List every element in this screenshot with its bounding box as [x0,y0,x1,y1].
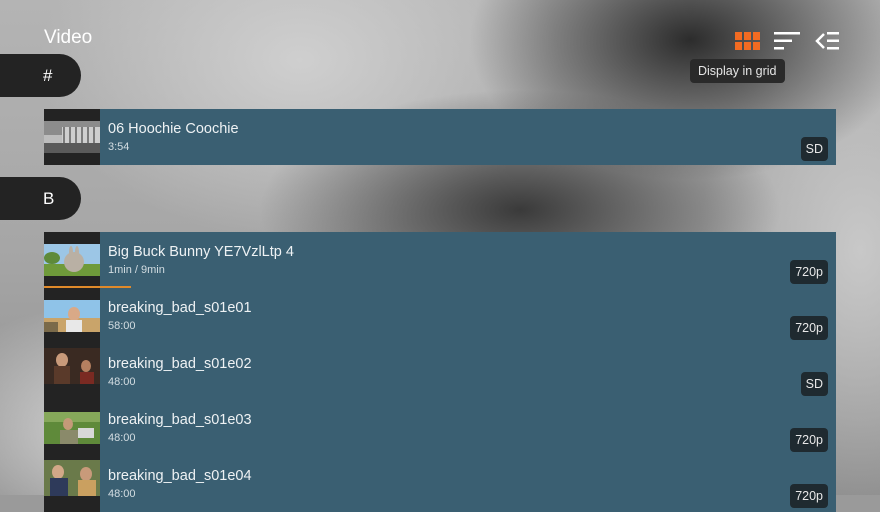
resolution-badge: 720p [790,428,828,452]
resolution-badge: 720p [790,260,828,284]
video-duration: 48:00 [108,432,136,444]
select-list-icon [815,32,839,50]
list-item[interactable]: breaking_bad_s01e04 48:00 720p [44,456,836,512]
list-item[interactable]: breaking_bad_s01e01 58:00 720p [44,288,836,344]
list-item[interactable]: breaking_bad_s01e03 48:00 720p [44,400,836,456]
video-thumbnail [44,232,100,288]
resolution-badge: SD [800,137,828,161]
video-title: breaking_bad_s01e02 [108,356,252,372]
resolution-badge: 720p [790,316,828,340]
video-thumbnail [44,456,100,512]
video-duration: 58:00 [108,320,136,332]
video-title: breaking_bad_s01e01 [108,300,252,316]
video-thumbnail [44,109,100,165]
list-item[interactable]: 06 Hoochie Coochie 3:54 SD [44,109,836,165]
section-header-b: B [0,177,81,220]
video-duration: 48:00 [108,376,136,388]
sort-icon [774,32,800,50]
video-thumbnail [44,344,100,400]
select-list-button[interactable] [814,28,840,54]
section-header-hash: # [0,54,81,97]
grid-view-icon [734,32,760,50]
grid-tooltip: Display in grid [690,59,785,83]
section-list-b: Big Buck Bunny YE7VzlLtp 4 1min / 9min 7… [44,232,836,512]
sort-button[interactable] [774,28,800,54]
video-title: 06 Hoochie Coochie [108,121,239,137]
video-duration: 3:54 [108,141,130,153]
list-item[interactable]: Big Buck Bunny YE7VzlLtp 4 1min / 9min 7… [44,232,836,288]
resolution-badge: 720p [790,484,828,508]
video-title: breaking_bad_s01e04 [108,468,252,484]
grid-view-button[interactable] [734,28,760,54]
video-duration: 48:00 [108,488,136,500]
video-thumbnail [44,400,100,456]
toolbar [734,28,840,54]
video-progress-text: 1min / 9min [108,264,165,276]
list-item[interactable]: breaking_bad_s01e02 48:00 SD [44,344,836,400]
resolution-badge: SD [800,372,828,396]
video-title: Big Buck Bunny YE7VzlLtp 4 [108,244,294,260]
section-list-hash: 06 Hoochie Coochie 3:54 SD [44,109,836,165]
video-thumbnail [44,288,100,344]
video-title: breaking_bad_s01e03 [108,412,252,428]
page-title: Video [44,27,93,48]
